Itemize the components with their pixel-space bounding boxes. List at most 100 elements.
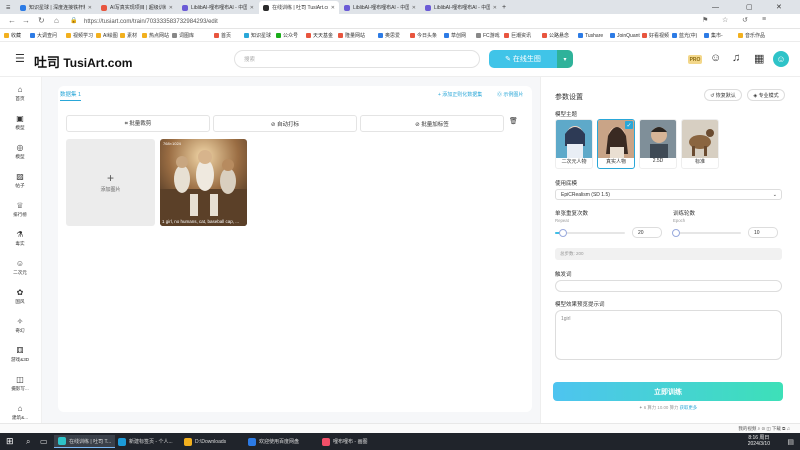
taskbar-app[interactable]: 新建标签页 - 个人... xyxy=(118,435,173,448)
bookmark-item[interactable]: 公路悬念 xyxy=(542,31,569,40)
bookmark-item[interactable]: 好看视频 xyxy=(642,31,669,40)
collection-icon[interactable]: ☆ xyxy=(722,16,728,24)
preview-prompt-textarea[interactable]: 1girl xyxy=(555,310,782,360)
epoch-input[interactable]: 10 xyxy=(748,227,778,238)
bookmark-item[interactable]: 奥思爱 xyxy=(378,31,400,40)
reload-icon[interactable]: ↻ xyxy=(38,16,45,25)
browser-tab[interactable]: 知识星球 | 深度连接铁杆粉丝✕ xyxy=(16,1,96,14)
trash-icon[interactable]: 🗑 xyxy=(509,117,518,125)
sidebar-item[interactable]: ✧ 奇幻 xyxy=(0,311,40,339)
browser-tab[interactable]: 在线训练 | 吐司 TusiArt.com ✕ xyxy=(259,1,339,14)
bookmark-item[interactable]: 词图库 xyxy=(172,31,194,40)
close-window-button[interactable]: ✕ xyxy=(776,0,782,14)
restore-default-button[interactable]: ↺ 恢复默认 xyxy=(704,89,742,101)
taskbar-app[interactable]: 欢迎使用百度网盘 xyxy=(248,435,299,448)
browser-menu-icon[interactable]: ☰ xyxy=(2,1,12,14)
sidebar-item[interactable]: ☺ 二次元 xyxy=(0,253,40,281)
add-regularization-link[interactable]: + 添加正则化数据集 xyxy=(438,91,482,98)
browser-tab[interactable]: AI写真实现项目 | 超级训练营✕ xyxy=(97,1,177,14)
bookmark-item[interactable]: Tushare xyxy=(578,31,603,40)
back-icon[interactable]: ← xyxy=(8,16,16,25)
bookmark-item[interactable]: 首页 xyxy=(214,31,231,40)
sidebar-item[interactable]: ⌂ 建筑&... xyxy=(0,398,40,426)
maximize-button[interactable]: ▢ xyxy=(746,0,753,14)
bookmark-item[interactable]: 视频学习 xyxy=(66,31,93,40)
bookmark-item[interactable]: 隆量网站 xyxy=(338,31,365,40)
epoch-slider[interactable] xyxy=(672,229,741,237)
bookmark-item[interactable]: 草创网 xyxy=(444,31,466,40)
browser-tab[interactable]: LiblibAI-哩布哩布AI - 中国领✕ xyxy=(340,1,420,14)
tab-dataset[interactable]: 数据集 1 xyxy=(60,90,82,101)
sidebar-item[interactable]: ▨ 帖子 xyxy=(0,166,40,194)
history-icon[interactable]: ↺ xyxy=(742,16,748,24)
apps-icon[interactable]: ▦ xyxy=(754,52,764,65)
start-training-button[interactable]: 立即训练 xyxy=(553,382,783,401)
sidebar-item[interactable]: ♕ 排行榜 xyxy=(0,195,40,223)
sidebar-item[interactable]: ⌂ 首页 xyxy=(0,79,40,107)
sidebar-item[interactable]: ⚗ 毒实 xyxy=(0,224,40,252)
close-tab-icon[interactable]: ✕ xyxy=(85,5,92,11)
home-nav-icon[interactable]: ⌂ xyxy=(54,16,59,25)
avatar[interactable]: ☺ xyxy=(773,51,789,67)
minimize-button[interactable]: — xyxy=(712,0,719,14)
bookmark-item[interactable]: 热点网站 xyxy=(142,31,169,40)
url-field[interactable]: https://tusiart.com/train/70333358373298… xyxy=(84,16,644,27)
sidebar-item[interactable]: ◫ 摄影写... xyxy=(0,369,40,397)
bookmark-item[interactable]: 知识星球 xyxy=(244,31,271,40)
bookmark-item[interactable]: FC游戏 xyxy=(476,31,500,40)
chat-icon[interactable]: ☺ xyxy=(710,52,721,64)
bookmark-item[interactable]: 素材 xyxy=(120,31,137,40)
taskbar-app[interactable]: 哩布哩布 - 画图 xyxy=(322,435,367,448)
new-tab-button[interactable]: + xyxy=(502,0,506,14)
taskbar-app[interactable]: D:\Downloads xyxy=(184,435,226,448)
bell-icon[interactable]: ♫ xyxy=(732,52,740,64)
extension-icon[interactable]: ⚑ xyxy=(702,16,708,24)
pro-badge[interactable]: PRO xyxy=(688,55,702,64)
trigger-word-input[interactable] xyxy=(555,280,782,292)
bookmark-item[interactable]: 天天基金 xyxy=(306,31,333,40)
repeat-input[interactable]: 20 xyxy=(632,227,662,238)
windows-start-icon[interactable]: ⊞ xyxy=(6,435,14,448)
browser-tab[interactable]: LiblibAI-哩布哩布AI - 中国领✕ xyxy=(421,1,501,14)
add-image-tile[interactable]: + 添加图片 xyxy=(66,139,155,226)
taskbar-app[interactable]: 在线训练 | 吐司 T... xyxy=(54,435,116,448)
sidebar-item[interactable]: ✿ 国风 xyxy=(0,282,40,310)
bookmark-item[interactable]: 巨潮资讯 xyxy=(504,31,531,40)
bookmark-item[interactable]: 音乐作品 xyxy=(738,31,765,40)
close-tab-icon[interactable]: ✕ xyxy=(247,5,254,11)
bookmark-item[interactable]: 今日头条 xyxy=(410,31,437,40)
forward-icon[interactable]: → xyxy=(22,16,30,25)
batch-crop-button[interactable]: ⌗ 批量裁剪 xyxy=(66,115,210,132)
batch-add-tag-button[interactable]: ⊘ 批量加标签 xyxy=(360,115,504,132)
sidebar-item[interactable]: ⚅ 游戏&3D xyxy=(0,340,40,368)
bookmark-item[interactable]: 大调查问 xyxy=(30,31,57,40)
close-tab-icon[interactable]: ✕ xyxy=(490,5,497,11)
hamburger-icon[interactable]: ☰ xyxy=(15,52,25,65)
sidebar-item[interactable]: ▣ 模型 xyxy=(0,108,40,136)
menu-icon[interactable]: ≡ xyxy=(762,16,766,23)
pro-mode-button[interactable]: ◈ 专业模式 xyxy=(747,89,785,101)
bookmark-item[interactable]: AI绘图 xyxy=(96,31,118,40)
dataset-image-thumbnail[interactable]: 768×1024 1 girl, no humans, cat, basebal… xyxy=(160,139,247,226)
close-tab-icon[interactable]: ✕ xyxy=(328,5,335,11)
generate-button[interactable]: ✎ 在线生图 xyxy=(489,50,557,68)
get-more-link[interactable]: 获取更多 xyxy=(680,405,698,410)
site-logo[interactable]: 吐司 TusiArt.com xyxy=(34,52,132,71)
task-view-icon[interactable]: ▭ xyxy=(40,435,48,448)
example-images-link[interactable]: ⓪ 示例图片 xyxy=(497,91,523,98)
generate-dropdown-icon[interactable]: ▾ xyxy=(557,50,573,68)
auto-tag-button[interactable]: ⊘ 自动打标 xyxy=(213,115,357,132)
base-model-select[interactable]: EpiCRealism (SD 1.5) ⌄ xyxy=(555,189,782,200)
bookmark-item[interactable]: 公众号 xyxy=(276,31,298,40)
bookmark-item[interactable]: JoinQuant xyxy=(610,31,640,40)
bookmark-item[interactable]: 蓝光(中) xyxy=(672,31,697,40)
repeat-slider[interactable] xyxy=(555,229,625,237)
notification-icon[interactable]: ▤ xyxy=(787,435,794,448)
close-tab-icon[interactable]: ✕ xyxy=(409,5,416,11)
sidebar-item[interactable]: ◎ 模型 xyxy=(0,137,40,165)
close-tab-icon[interactable]: ✕ xyxy=(166,5,173,11)
bookmark-item[interactable]: 集市- xyxy=(704,31,723,40)
search-input[interactable]: 搜索 xyxy=(234,50,480,68)
browser-tab[interactable]: LiblibAI-哩布哩布AI - 中国领✕ xyxy=(178,1,258,14)
bookmark-item[interactable]: 收藏 xyxy=(4,31,21,40)
